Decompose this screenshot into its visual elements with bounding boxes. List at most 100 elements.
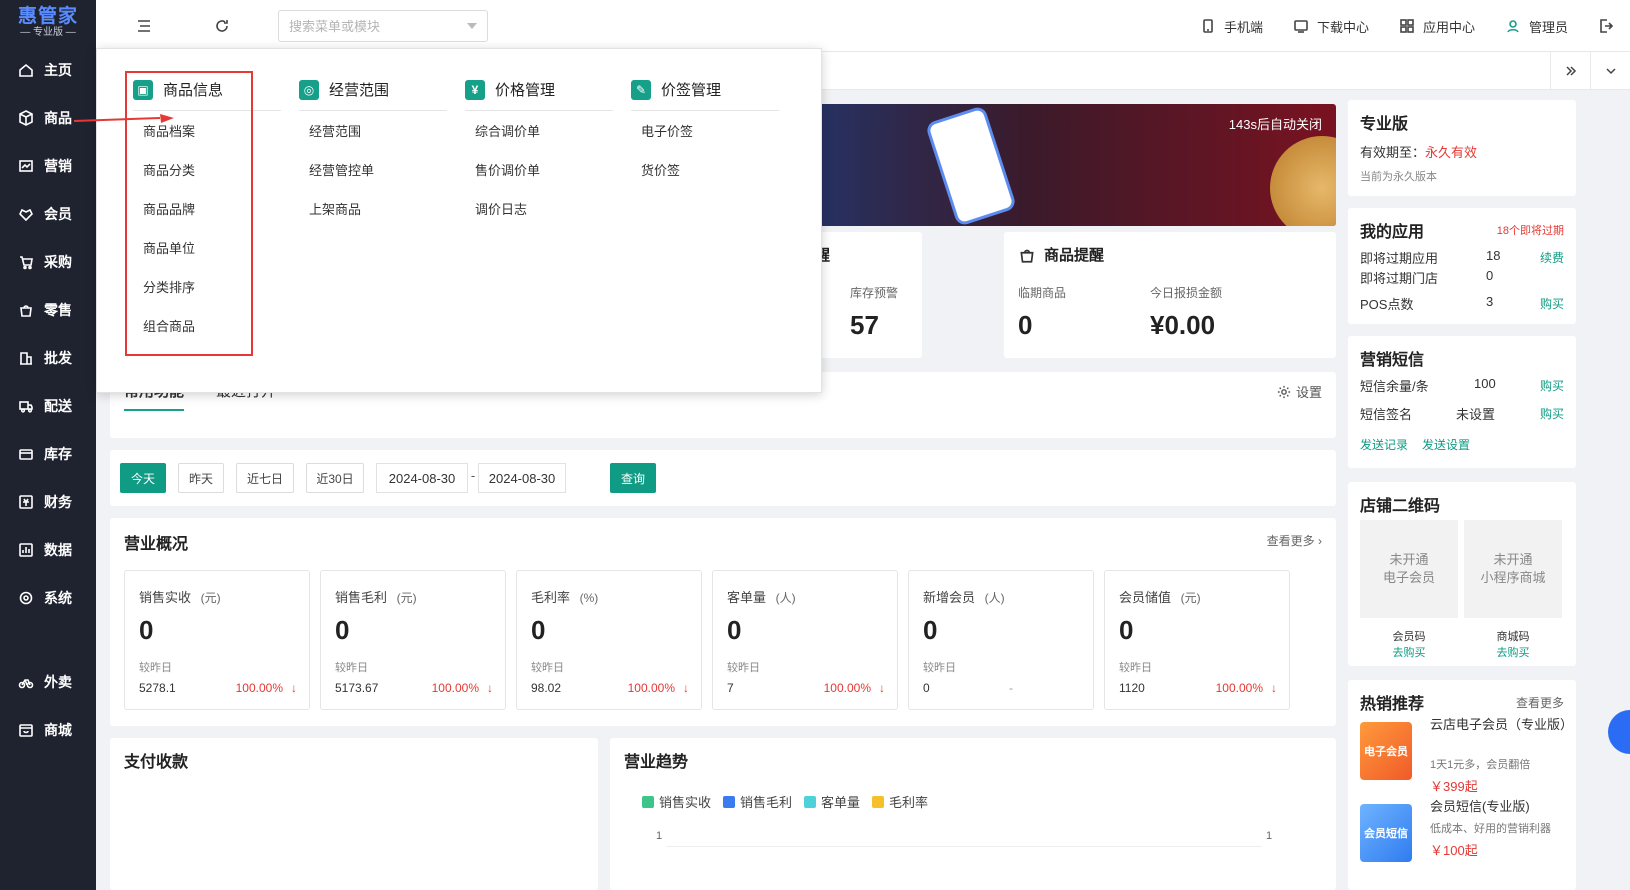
last-30-days-button[interactable]: 近30日	[306, 463, 364, 493]
overview-more-link[interactable]: 查看更多 ›	[1267, 532, 1322, 549]
query-button[interactable]: 查询	[610, 463, 656, 493]
metric-prev-value: 5278.1	[139, 681, 176, 695]
sms-record-link[interactable]: 发送记录	[1360, 436, 1408, 453]
sidebar-item-3[interactable]: 会员	[0, 190, 96, 238]
category-icon: ¥	[465, 79, 485, 100]
chevron-down-icon[interactable]	[1590, 52, 1630, 90]
mega-menu-item[interactable]: 经营范围	[299, 111, 447, 150]
logout-icon[interactable]	[1598, 18, 1614, 34]
trend-legend: 销售实收 销售毛利 客单量 毛利率	[642, 792, 940, 811]
qr-code-box[interactable]: 未开通 电子会员	[1360, 520, 1458, 618]
metric-card-0[interactable]: 销售实收 (元) 0 较昨日 5278.1 100.00% ↓	[124, 570, 310, 710]
mega-column-2: ¥ 价格管理 综合调价单 售价调价单 调价日志	[465, 79, 613, 228]
sidebar-item-5[interactable]: 零售	[0, 286, 96, 334]
metric-card-1[interactable]: 销售毛利 (元) 0 较昨日 5173.67 100.00% ↓	[320, 570, 506, 710]
payment-card: 支付收款	[110, 738, 598, 890]
menu-search[interactable]	[278, 10, 488, 42]
mega-menu-item[interactable]: 货价签	[631, 150, 779, 189]
mega-column-title: ¥ 价格管理	[465, 79, 613, 111]
banner-countdown[interactable]: 143s后自动关闭	[1229, 114, 1322, 133]
monitor-icon	[1293, 18, 1309, 34]
user-label: 管理员	[1528, 19, 1568, 35]
trend-gridline	[666, 846, 1262, 847]
box-icon	[18, 446, 34, 462]
legend-item[interactable]: 销售毛利	[723, 792, 792, 811]
chart-icon	[18, 158, 34, 174]
download-center-link[interactable]: 下载中心	[1293, 17, 1369, 36]
metric-card-5[interactable]: 会员储值 (元) 0 较昨日 1120 100.00% ↓	[1104, 570, 1290, 710]
sidebar-item-6[interactable]: 批发	[0, 334, 96, 382]
my-apps-row-link[interactable]: 购买	[1540, 295, 1564, 312]
sidebar-item-13[interactable]: 商城	[0, 706, 96, 754]
sidebar-item-label: 配送	[44, 398, 72, 414]
stock-warning-value[interactable]: 57	[850, 310, 879, 341]
mega-menu-item[interactable]: 上架商品	[299, 189, 447, 228]
sidebar-item-label: 外卖	[44, 674, 72, 690]
sms-settings-link[interactable]: 发送设置	[1422, 436, 1470, 453]
legend-item[interactable]: 销售实收	[642, 792, 711, 811]
legend-item[interactable]: 客单量	[804, 792, 860, 811]
end-date-input[interactable]: 2024-08-30	[478, 463, 566, 493]
metric-card-4[interactable]: 新增会员 (人) 0 较昨日 0 -	[908, 570, 1094, 710]
expiring-goods-value[interactable]: 0	[1018, 310, 1032, 341]
sidebar-item-11[interactable]: 系统	[0, 574, 96, 622]
loss-amount-value[interactable]: ¥0.00	[1150, 310, 1215, 341]
last-7-days-button[interactable]: 近七日	[236, 463, 294, 493]
mega-menu-item[interactable]: 经营管控单	[299, 150, 447, 189]
functions-setting-button[interactable]: 设置	[1277, 382, 1322, 401]
sidebar-item-2[interactable]: 营销	[0, 142, 96, 190]
sidebar-item-12[interactable]: 外卖	[0, 658, 96, 706]
yesterday-button[interactable]: 昨天	[178, 463, 224, 493]
qr-type: 电子会员	[1382, 570, 1435, 585]
product-name[interactable]: 会员短信(专业版)	[1430, 798, 1570, 816]
sidebar-item-9[interactable]: 财务	[0, 478, 96, 526]
sidebar-item-label: 数据	[44, 542, 72, 558]
my-apps-row-link[interactable]: 续费	[1540, 249, 1564, 266]
mega-menu-item[interactable]: 售价调价单	[465, 150, 613, 189]
mega-menu-item[interactable]: 电子价签	[631, 111, 779, 150]
double-chevron-right-icon[interactable]	[1550, 52, 1590, 90]
sms-row-label: 短信余量/条	[1360, 379, 1429, 394]
qr-buy-link[interactable]: 去购买	[1464, 644, 1562, 660]
menu-search-input[interactable]	[289, 18, 449, 34]
menu-toggle-icon[interactable]	[136, 18, 152, 34]
marketing-sms-card: 营销短信 短信余量/条 100 购买 短信签名 未设置 购买 发送记录 发送设置	[1348, 336, 1576, 468]
mobile-link[interactable]: 手机端	[1200, 17, 1263, 36]
mega-column-title: ◎ 经营范围	[299, 79, 447, 111]
sms-row-link[interactable]: 购买	[1540, 377, 1564, 394]
qr-code-box[interactable]: 未开通 小程序商城	[1464, 520, 1562, 618]
chevron-down-icon[interactable]	[467, 23, 477, 29]
today-button[interactable]: 今天	[120, 463, 166, 493]
qr-buy-link[interactable]: 去购买	[1360, 644, 1458, 660]
refresh-icon[interactable]	[214, 18, 230, 34]
sidebar-item-8[interactable]: 库存	[0, 430, 96, 478]
sidebar-item-0[interactable]: 主页	[0, 46, 96, 94]
mega-menu-item[interactable]: 调价日志	[465, 189, 613, 228]
start-date-input[interactable]: 2024-08-30	[376, 463, 468, 493]
product-thumbnail[interactable]: 电子会员	[1360, 722, 1412, 780]
sidebar-item-label: 零售	[44, 302, 72, 318]
expiring-goods-label: 临期商品	[1018, 286, 1067, 300]
mobile-label: 手机端	[1223, 19, 1263, 35]
metric-card-3[interactable]: 客单量 (人) 0 较昨日 7 100.00% ↓	[712, 570, 898, 710]
sidebar-item-7[interactable]: 配送	[0, 382, 96, 430]
legend-item[interactable]: 毛利率	[872, 792, 928, 811]
mega-menu-item[interactable]: 综合调价单	[465, 111, 613, 150]
expiring-apps-count[interactable]: 18个即将过期	[1497, 222, 1564, 238]
user-menu[interactable]: 管理员	[1505, 17, 1568, 36]
metric-card-2[interactable]: 毛利率 (%) 0 较昨日 98.02 100.00% ↓	[516, 570, 702, 710]
legend-label: 客单量	[821, 795, 861, 810]
product-name[interactable]: 云店电子会员（专业版）	[1430, 716, 1573, 734]
sms-row-link[interactable]: 购买	[1540, 405, 1564, 422]
sidebar-item-4[interactable]: 采购	[0, 238, 96, 286]
store-icon	[18, 722, 34, 738]
pro-validity: 有效期至：永久有效	[1360, 142, 1477, 161]
hot-more-link[interactable]: 查看更多	[1516, 694, 1564, 711]
product-thumbnail[interactable]: 会员短信	[1360, 804, 1412, 862]
metric-label-text: 客单量	[727, 590, 767, 605]
sidebar-item-10[interactable]: 数据	[0, 526, 96, 574]
app-center-link[interactable]: 应用中心	[1399, 17, 1475, 36]
metric-value: 0	[923, 615, 938, 645]
down-arrow-icon: ↓	[1271, 681, 1277, 695]
sidebar-item-label: 商城	[44, 722, 72, 738]
